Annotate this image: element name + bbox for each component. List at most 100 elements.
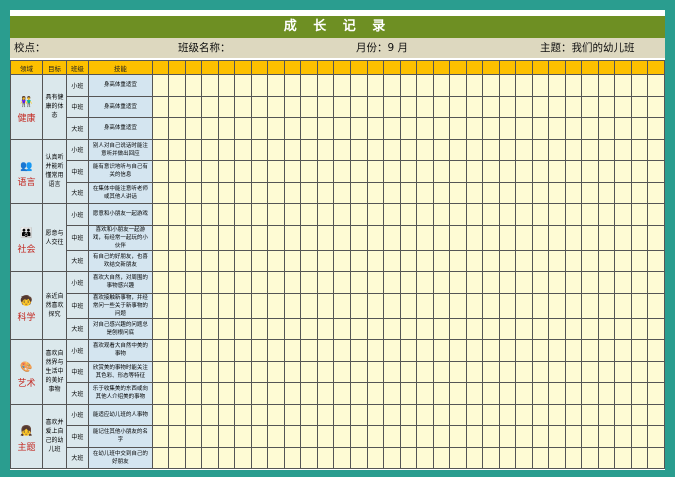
record-cell[interactable] — [151, 203, 170, 226]
record-cell[interactable] — [449, 425, 467, 448]
record-cell[interactable] — [515, 74, 533, 97]
record-cell[interactable] — [168, 249, 186, 272]
record-cell[interactable] — [449, 292, 467, 319]
record-cell[interactable] — [515, 317, 533, 340]
record-cell[interactable] — [647, 160, 665, 183]
record-cell[interactable] — [366, 425, 385, 448]
record-cell[interactable] — [201, 117, 219, 140]
record-cell[interactable] — [432, 292, 451, 319]
record-cell[interactable] — [201, 203, 219, 226]
record-cell[interactable] — [201, 339, 219, 362]
record-cell[interactable] — [316, 117, 335, 140]
record-cell[interactable] — [399, 360, 418, 383]
record-cell[interactable] — [316, 224, 335, 251]
record-cell[interactable] — [234, 425, 252, 448]
record-cell[interactable] — [564, 317, 583, 340]
record-cell[interactable] — [234, 317, 252, 340]
record-cell[interactable] — [316, 317, 335, 340]
record-cell[interactable] — [250, 425, 269, 448]
record-cell[interactable] — [531, 181, 550, 204]
record-cell[interactable] — [548, 339, 566, 362]
record-cell[interactable] — [647, 339, 665, 362]
record-cell[interactable] — [333, 425, 351, 448]
record-cell[interactable] — [432, 160, 451, 183]
record-cell[interactable] — [564, 74, 583, 97]
record-cell[interactable] — [548, 360, 566, 383]
record-cell[interactable] — [350, 382, 368, 405]
record-cell[interactable] — [647, 181, 665, 204]
record-cell[interactable] — [383, 181, 401, 204]
record-cell[interactable] — [465, 425, 484, 448]
record-cell[interactable] — [366, 74, 385, 97]
record-cell[interactable] — [531, 138, 550, 161]
record-cell[interactable] — [399, 271, 418, 294]
record-cell[interactable] — [548, 203, 566, 226]
record-cell[interactable] — [581, 425, 599, 448]
record-cell[interactable] — [614, 271, 632, 294]
record-cell[interactable] — [498, 95, 517, 118]
record-cell[interactable] — [316, 360, 335, 383]
record-cell[interactable] — [201, 138, 219, 161]
record-cell[interactable] — [250, 249, 269, 272]
record-cell[interactable] — [366, 403, 385, 426]
record-cell[interactable] — [647, 74, 665, 97]
record-cell[interactable] — [217, 95, 236, 118]
record-cell[interactable] — [267, 224, 285, 251]
record-cell[interactable] — [581, 181, 599, 204]
record-cell[interactable] — [333, 292, 351, 319]
record-cell[interactable] — [630, 271, 649, 294]
record-cell[interactable] — [151, 249, 170, 272]
record-cell[interactable] — [168, 360, 186, 383]
record-cell[interactable] — [267, 160, 285, 183]
record-cell[interactable] — [482, 138, 500, 161]
record-cell[interactable] — [432, 203, 451, 226]
record-cell[interactable] — [647, 271, 665, 294]
record-cell[interactable] — [581, 117, 599, 140]
record-cell[interactable] — [300, 317, 318, 340]
record-cell[interactable] — [416, 271, 434, 294]
record-cell[interactable] — [151, 138, 170, 161]
record-cell[interactable] — [333, 446, 351, 469]
record-cell[interactable] — [581, 339, 599, 362]
record-cell[interactable] — [333, 382, 351, 405]
record-cell[interactable] — [465, 95, 484, 118]
record-cell[interactable] — [630, 95, 649, 118]
record-cell[interactable] — [597, 117, 616, 140]
record-cell[interactable] — [201, 317, 219, 340]
record-cell[interactable] — [647, 292, 665, 319]
record-cell[interactable] — [515, 224, 533, 251]
record-cell[interactable] — [581, 317, 599, 340]
record-cell[interactable] — [283, 203, 302, 226]
record-cell[interactable] — [267, 74, 285, 97]
record-cell[interactable] — [250, 160, 269, 183]
record-cell[interactable] — [283, 95, 302, 118]
record-cell[interactable] — [548, 317, 566, 340]
record-cell[interactable] — [168, 382, 186, 405]
record-cell[interactable] — [283, 138, 302, 161]
record-cell[interactable] — [300, 160, 318, 183]
record-cell[interactable] — [168, 181, 186, 204]
record-cell[interactable] — [647, 360, 665, 383]
record-cell[interactable] — [184, 425, 203, 448]
record-cell[interactable] — [217, 403, 236, 426]
record-cell[interactable] — [383, 317, 401, 340]
record-cell[interactable] — [498, 382, 517, 405]
record-cell[interactable] — [366, 271, 385, 294]
record-cell[interactable] — [564, 117, 583, 140]
record-cell[interactable] — [465, 249, 484, 272]
record-cell[interactable] — [201, 249, 219, 272]
record-cell[interactable] — [548, 160, 566, 183]
record-cell[interactable] — [316, 74, 335, 97]
record-cell[interactable] — [250, 224, 269, 251]
record-cell[interactable] — [168, 95, 186, 118]
record-cell[interactable] — [449, 360, 467, 383]
record-cell[interactable] — [234, 117, 252, 140]
record-cell[interactable] — [432, 95, 451, 118]
record-cell[interactable] — [168, 138, 186, 161]
record-cell[interactable] — [597, 160, 616, 183]
record-cell[interactable] — [201, 160, 219, 183]
record-cell[interactable] — [515, 271, 533, 294]
record-cell[interactable] — [449, 117, 467, 140]
record-cell[interactable] — [350, 160, 368, 183]
record-cell[interactable] — [184, 203, 203, 226]
